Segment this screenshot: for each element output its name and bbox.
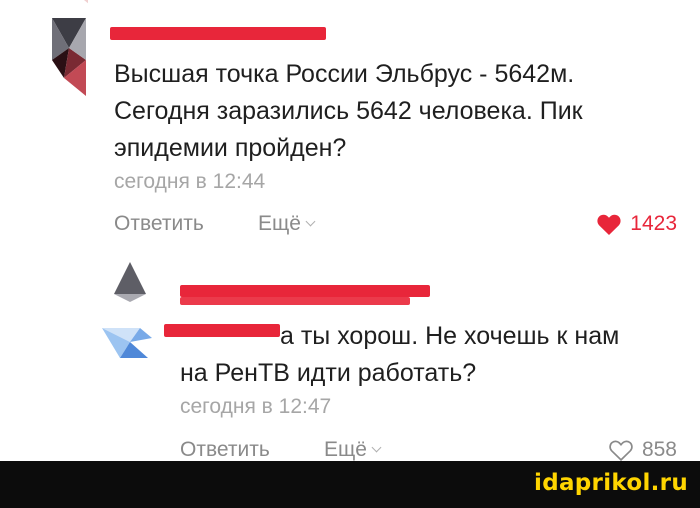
chevron-down-icon xyxy=(371,442,382,453)
like-button[interactable]: 858 xyxy=(608,438,677,462)
like-count: 858 xyxy=(641,438,677,461)
more-label: Ещё xyxy=(324,438,367,461)
heart-outline-icon xyxy=(609,440,633,461)
comment-text-line-1: а ты хорош. Не хочешь к нам xyxy=(280,322,620,350)
comment-text-line: а ты хорош. Не хочешь к нам xyxy=(180,318,619,355)
more-button[interactable]: Ещё xyxy=(324,438,382,462)
reply-button[interactable]: Ответить xyxy=(180,438,270,462)
watermark-logo[interactable]: idaprikol.ru xyxy=(534,470,688,496)
avatar-2[interactable] xyxy=(100,258,160,368)
comment-text: а ты хорош. Не хочешь к нам на РенТВ идт… xyxy=(180,318,619,392)
comment-timestamp: сегодня в 12:47 xyxy=(180,395,332,418)
author-name-redaction xyxy=(180,285,430,297)
watermark-bar: idaprikol.ru xyxy=(0,461,700,508)
author-name-redaction xyxy=(180,297,410,305)
comment-text-line: на РенТВ идти работать? xyxy=(180,359,477,387)
comment-2: а ты хорош. Не хочешь к нам на РенТВ идт… xyxy=(0,0,700,462)
